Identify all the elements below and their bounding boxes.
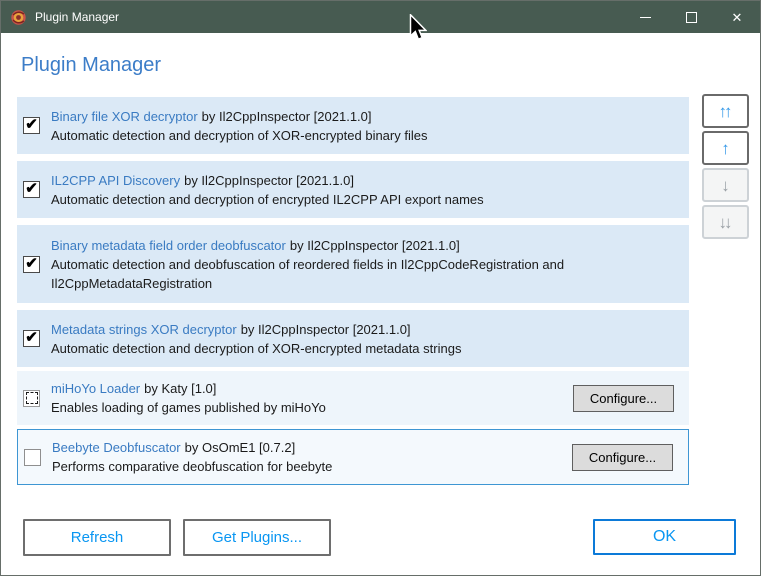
plugin-checkbox[interactable]: ✔ xyxy=(23,181,40,198)
window-controls: ✕ xyxy=(622,1,760,33)
plugin-byline: by Katy [1.0] xyxy=(144,381,217,396)
plugin-list: ✔ Binary file XOR decryptor by Il2CppInsp… xyxy=(17,97,689,485)
close-button[interactable]: ✕ xyxy=(714,1,760,33)
refresh-button[interactable]: Refresh xyxy=(23,519,171,556)
plugin-row[interactable]: Beebyte Deobfuscator by OsOmE1 [0.7.2] Pe… xyxy=(17,429,689,485)
move-down-button[interactable]: ↓ xyxy=(702,168,749,202)
plugin-description: Automatic detection and deobfuscation of… xyxy=(51,256,565,291)
check-icon: ✔ xyxy=(25,116,38,133)
check-icon: ✔ xyxy=(25,180,38,197)
get-plugins-button[interactable]: Get Plugins... xyxy=(183,519,331,556)
arrow-icon: ↓↓ xyxy=(718,212,733,232)
move-up-button[interactable]: ↑ xyxy=(702,131,749,165)
plugin-checkbox[interactable]: ✔ xyxy=(23,117,40,134)
plugin-description: Automatic detection and decryption of XO… xyxy=(51,340,462,356)
minimize-icon xyxy=(639,16,651,18)
plugin-description: Automatic detection and decryption of XO… xyxy=(51,127,428,143)
plugin-row[interactable]: ✔ IL2CPP API Discovery by Il2CppInspector… xyxy=(17,161,689,218)
close-icon: ✕ xyxy=(731,9,743,25)
plugin-description: Automatic detection and decryption of en… xyxy=(51,191,484,207)
titlebar: Plugin Manager ✕ xyxy=(1,1,760,33)
plugin-name-link[interactable]: miHoYo Loader xyxy=(51,381,140,396)
page-title: Plugin Manager xyxy=(21,54,162,76)
plugin-row[interactable]: miHoYo Loader by Katy [1.0] Enables loadi… xyxy=(17,371,689,425)
plugin-info: IL2CPP API Discovery by Il2CppInspector [… xyxy=(51,171,611,209)
reorder-panel: ↑↑ ↑ ↓ ↓↓ xyxy=(702,94,749,242)
plugin-name-link[interactable]: IL2CPP API Discovery xyxy=(51,173,180,188)
maximize-icon xyxy=(685,11,697,23)
plugin-byline: by Il2CppInspector [2021.1.0] xyxy=(201,108,372,124)
plugin-info: Metadata strings XOR decryptor by Il2CppI… xyxy=(51,320,611,358)
plugin-name-link[interactable]: Binary metadata field order deobfuscator xyxy=(51,238,286,253)
plugin-name-link[interactable]: Metadata strings XOR decryptor xyxy=(51,322,237,337)
arrow-icon: ↑ xyxy=(721,138,729,158)
app-rose-icon xyxy=(11,9,26,25)
plugin-checkbox[interactable]: ✔ xyxy=(23,330,40,347)
plugin-info: miHoYo Loader by Katy [1.0] Enables loadi… xyxy=(51,379,573,417)
configure-button[interactable]: Configure... xyxy=(573,384,674,412)
check-icon: ✔ xyxy=(25,254,38,272)
move-to-top-button[interactable]: ↑↑ xyxy=(702,94,749,128)
plugin-info: Beebyte Deobfuscator by OsOmE1 [0.7.2] Pe… xyxy=(52,438,572,476)
plugin-row[interactable]: ✔ Metadata strings XOR decryptor by Il2Cp… xyxy=(17,310,689,367)
plugin-description: Performs comparative deobfuscation for b… xyxy=(52,459,333,474)
plugin-byline: by Il2CppInspector [2021.1.0] xyxy=(240,321,411,337)
plugin-row[interactable]: ✔ Binary metadata field order deobfuscat… xyxy=(17,225,689,303)
move-to-bottom-button[interactable]: ↓↓ xyxy=(702,205,749,239)
plugin-manager-window: Plugin Manager ✕ Plugin Manager ✔ Binary… xyxy=(0,0,761,576)
minimize-button[interactable] xyxy=(622,1,668,33)
window-title: Plugin Manager xyxy=(35,10,120,24)
indeterminate-icon xyxy=(25,392,38,404)
plugin-row[interactable]: ✔ Binary file XOR decryptor by Il2CppInsp… xyxy=(17,97,689,154)
plugin-name-link[interactable]: Binary file XOR decryptor xyxy=(51,109,198,124)
plugin-checkbox[interactable]: ✔ xyxy=(23,254,40,273)
ok-button[interactable]: OK xyxy=(593,519,736,555)
check-icon: ✔ xyxy=(25,329,38,346)
plugin-byline: by Il2CppInspector [2021.1.0] xyxy=(184,172,354,188)
plugin-checkbox[interactable] xyxy=(23,389,40,407)
plugin-byline: by OsOmE1 [0.7.2] xyxy=(184,440,296,455)
plugin-info: Binary file XOR decryptor by Il2CppInspec… xyxy=(51,107,611,145)
plugin-description: Enables loading of games published by mi… xyxy=(51,400,326,415)
arrow-icon: ↑↑ xyxy=(718,101,733,121)
plugin-checkbox[interactable] xyxy=(24,448,41,466)
plugin-info: Binary metadata field order deobfuscator… xyxy=(51,236,611,293)
arrow-icon: ↓ xyxy=(721,175,729,195)
plugin-byline: by Il2CppInspector [2021.1.0] xyxy=(289,237,460,253)
plugin-name-link[interactable]: Beebyte Deobfuscator xyxy=(52,440,181,455)
maximize-button[interactable] xyxy=(668,1,714,33)
configure-button[interactable]: Configure... xyxy=(572,443,673,471)
